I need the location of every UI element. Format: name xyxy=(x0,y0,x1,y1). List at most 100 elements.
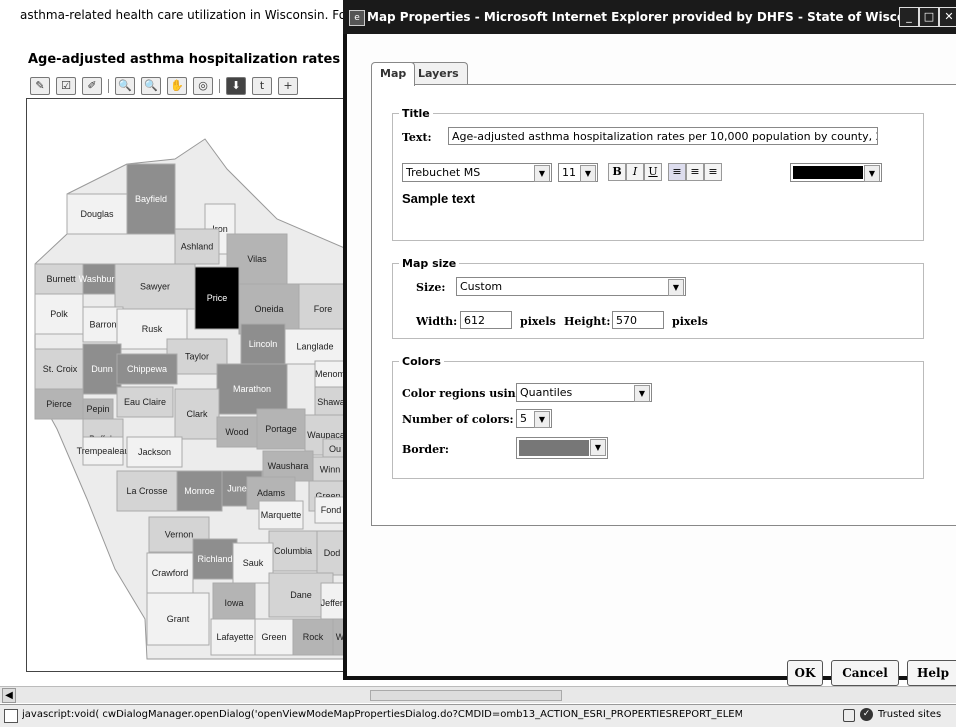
county-label: Lafayette xyxy=(216,632,253,642)
county-label: Douglas xyxy=(80,209,114,219)
dialog-title: Map Properties - Microsoft Internet Expl… xyxy=(367,10,934,24)
county-label: Dod xyxy=(324,548,341,558)
county-label: Taylor xyxy=(185,352,209,362)
zoom-out-icon[interactable]: 🔍 xyxy=(141,77,161,95)
font-value: Trebuchet MS xyxy=(406,166,481,179)
map-size-select[interactable]: Custom ▼ xyxy=(456,277,686,296)
width-input[interactable]: 612 xyxy=(460,311,512,329)
zoom-in-icon[interactable]: 🔍 xyxy=(115,77,135,95)
county-label: Chippewa xyxy=(127,364,167,374)
height-input[interactable]: 570 xyxy=(612,311,664,329)
maximize-icon[interactable]: □ xyxy=(919,7,939,27)
county-label: Winn xyxy=(320,465,341,475)
color-regions-select[interactable]: Quantiles ▼ xyxy=(516,383,652,402)
title-color-swatch xyxy=(793,166,863,179)
page-icon xyxy=(4,709,18,723)
underline-button[interactable]: U xyxy=(644,163,662,181)
wisconsin-county-map[interactable]: Douglas Bayfield Iron Ashland Vilas Burnett Wa… xyxy=(26,98,348,672)
county-label: Adams xyxy=(257,488,286,498)
colors-legend: Colors xyxy=(402,355,441,368)
title-legend: Title xyxy=(402,107,430,120)
chevron-down-icon[interactable]: ▼ xyxy=(668,279,684,296)
text-label: Text: xyxy=(402,131,432,144)
dialog-titlebar[interactable]: e Map Properties - Microsoft Internet Ex… xyxy=(343,0,956,34)
cancel-button[interactable]: Cancel xyxy=(831,660,899,686)
chevron-down-icon[interactable]: ▼ xyxy=(580,165,596,182)
text-icon[interactable]: t xyxy=(252,77,272,95)
county-label: Vernon xyxy=(165,530,194,540)
status-text: javascript:void( cwDialogManager.openDia… xyxy=(22,709,742,720)
italic-button[interactable]: I xyxy=(626,163,644,181)
download-icon[interactable]: ⬇ xyxy=(226,77,246,95)
border-color-select[interactable]: ▼ xyxy=(516,437,608,459)
number-of-colors-select[interactable]: 5 ▼ xyxy=(516,409,552,428)
county-label: Lincoln xyxy=(249,339,278,349)
minimize-icon[interactable]: _ xyxy=(899,7,919,27)
font-size-select[interactable]: 11 ▼ xyxy=(558,163,598,182)
county-label: La Crosse xyxy=(126,486,167,496)
color-regions-value: Quantiles xyxy=(520,386,573,399)
map-toolbar: ✎ ☑ ✐ 🔍 🔍 ✋ ◎ ⬇ t + xyxy=(30,76,346,96)
full-extent-icon[interactable]: ◎ xyxy=(193,77,213,95)
chevron-down-icon[interactable]: ▼ xyxy=(534,165,550,182)
align-center-icon[interactable]: ≡ xyxy=(686,163,704,181)
edit-icon[interactable]: ✎ xyxy=(30,77,50,95)
county-label: Shawa xyxy=(317,397,345,407)
add-icon[interactable]: + xyxy=(278,77,298,95)
scroll-left-icon[interactable]: ◀ xyxy=(2,688,16,703)
close-icon[interactable]: ✕ xyxy=(939,7,956,27)
county-label: Columbia xyxy=(274,546,312,556)
county-label: Portage xyxy=(265,424,297,434)
toolbar-separator xyxy=(219,79,220,93)
county-map-svg[interactable]: DouglasBayfieldIronAshlandVilasBurnett Wa… xyxy=(27,99,347,671)
horizontal-scrollbar[interactable]: ◀ xyxy=(0,686,956,703)
chevron-down-icon[interactable]: ▼ xyxy=(634,385,650,402)
tab-map[interactable]: Map xyxy=(371,62,416,86)
county-label: Dane xyxy=(290,590,312,600)
county-label: Washburn xyxy=(79,274,120,284)
map-title: Age-adjusted asthma hospitalization rate… xyxy=(28,52,346,67)
county-label: Price xyxy=(207,293,228,303)
scrollbar-thumb[interactable] xyxy=(370,690,562,701)
county-label: Fore xyxy=(314,304,333,314)
chevron-down-icon[interactable]: ▼ xyxy=(864,165,880,182)
pixels-label: pixels xyxy=(520,315,556,328)
title-text-input[interactable]: Age-adjusted asthma hospitalization rate… xyxy=(448,127,878,145)
properties-icon[interactable]: ✐ xyxy=(82,77,102,95)
county-label: Monroe xyxy=(184,486,215,496)
toolbar-separator xyxy=(108,79,109,93)
sample-text: Sample text xyxy=(402,191,475,206)
county-label: Crawford xyxy=(152,568,189,578)
county-label: Vilas xyxy=(247,254,267,264)
county-label: Jackson xyxy=(138,447,171,457)
title-color-select[interactable]: ▼ xyxy=(790,163,882,182)
county-label: Green xyxy=(261,632,286,642)
status-bar: javascript:void( cwDialogManager.openDia… xyxy=(0,704,956,727)
county-label: Bayfield xyxy=(135,194,167,204)
county-label: Barron xyxy=(89,320,116,330)
county-label: Pierce xyxy=(46,399,72,409)
county-label: Eau Claire xyxy=(124,397,166,407)
check-icon[interactable]: ☑ xyxy=(56,77,76,95)
pan-icon[interactable]: ✋ xyxy=(167,77,187,95)
county-label: Dunn xyxy=(91,364,113,374)
ok-button[interactable]: OK xyxy=(787,660,823,686)
font-select[interactable]: Trebuchet MS ▼ xyxy=(402,163,552,182)
align-left-icon[interactable]: ≡ xyxy=(668,163,686,181)
pixels-label: pixels xyxy=(672,315,708,328)
county-label: Clark xyxy=(186,409,208,419)
county-label: Sawyer xyxy=(140,282,170,292)
help-button[interactable]: Help xyxy=(907,660,956,686)
align-right-icon[interactable]: ≡ xyxy=(704,163,722,181)
county-label: Trempealeau xyxy=(77,446,130,456)
county-label: Oneida xyxy=(254,304,283,314)
chevron-down-icon[interactable]: ▼ xyxy=(590,439,606,456)
tab-layers[interactable]: Layers xyxy=(409,62,468,85)
county-label: Marathon xyxy=(233,384,271,394)
number-of-colors-label: Number of colors: xyxy=(402,413,514,426)
county-label: Marquette xyxy=(261,510,302,520)
font-size-value: 11 xyxy=(562,166,576,179)
chevron-down-icon[interactable]: ▼ xyxy=(534,411,550,428)
map-properties-dialog: e Map Properties - Microsoft Internet Ex… xyxy=(343,0,956,686)
bold-button[interactable]: B xyxy=(608,163,626,181)
